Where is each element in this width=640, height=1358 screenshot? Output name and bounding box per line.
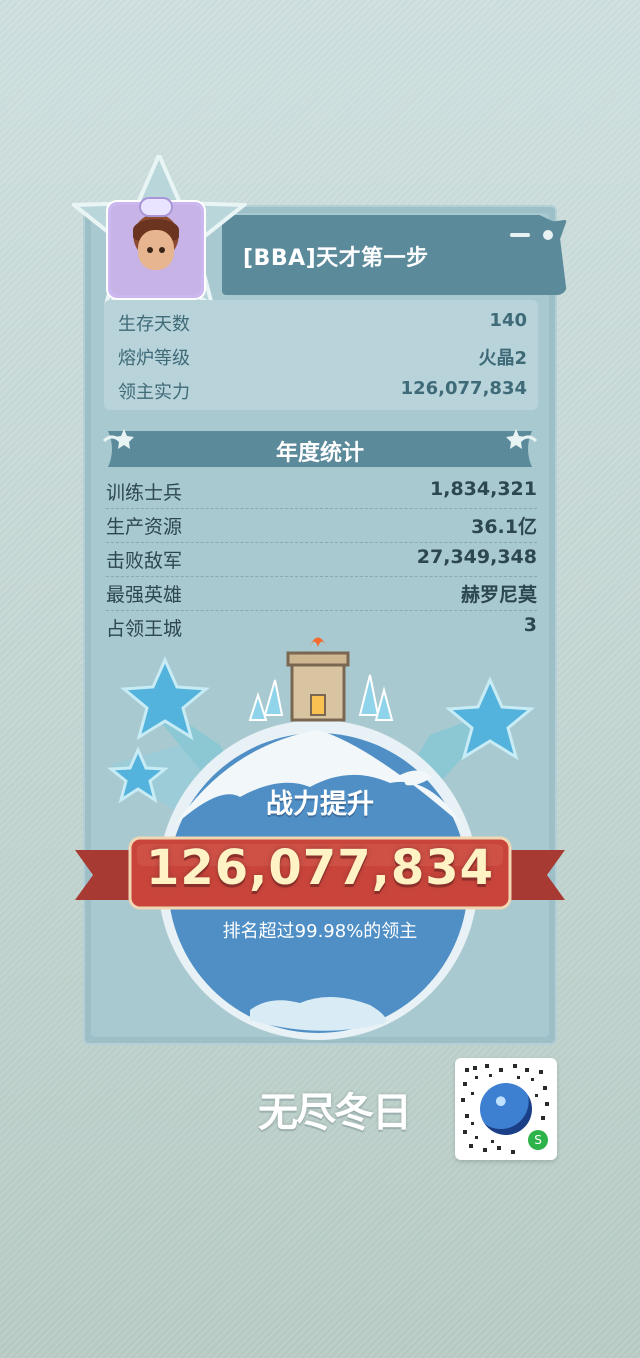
annual-label: 生产资源 <box>106 516 183 538</box>
player-avatar[interactable] <box>111 199 201 295</box>
game-logo: 无尽冬日 <box>258 1090 412 1136</box>
annual-row-resources: 生产资源 36.1亿 <box>106 508 537 543</box>
avatar-eye-left <box>147 247 153 253</box>
stat-label: 熔炉等级 <box>118 348 190 369</box>
qr-code[interactable]: S <box>455 1058 557 1160</box>
stat-lord-power: 领主实力 126,077,834 <box>118 378 527 408</box>
annual-label: 击败敌军 <box>106 550 183 572</box>
annual-row-strongest-hero: 最强英雄 赫罗尼莫 <box>106 576 537 611</box>
banner-decoration-line <box>510 233 530 237</box>
stat-survival-days: 生存天数 140 <box>118 310 527 340</box>
flame-icon <box>308 637 328 650</box>
annual-row-soldiers: 训练士兵 1,834,321 <box>106 474 537 509</box>
avatar-face <box>138 230 174 270</box>
annual-stats-title: 年度统计 <box>275 441 364 466</box>
power-value: 126,077,834 <box>145 840 495 896</box>
avatar-eye-right <box>159 247 165 253</box>
annual-value: 36.1亿 <box>471 516 537 538</box>
globe-icon <box>480 1083 532 1135</box>
annual-label: 训练士兵 <box>106 482 183 504</box>
stat-value: 126,077,834 <box>400 378 527 399</box>
annual-label: 最强英雄 <box>106 584 183 606</box>
annual-row-enemies-defeated: 击败敌军 27,349,348 <box>106 542 537 577</box>
avatar-bow-icon <box>141 199 171 215</box>
annual-value: 27,349,348 <box>416 546 537 568</box>
annual-value: 赫罗尼莫 <box>460 584 537 606</box>
power-increase-title: 战力提升 <box>266 789 374 820</box>
rank-text: 排名超过99.98%的领主 <box>222 921 418 942</box>
stat-value: 火晶2 <box>478 348 527 369</box>
stat-furnace-level: 熔炉等级 火晶2 <box>118 344 527 374</box>
annual-value: 1,834,321 <box>430 478 537 500</box>
player-name: [BBA]天才第一步 <box>243 246 429 271</box>
stat-label: 生存天数 <box>118 314 190 335</box>
stat-label: 领主实力 <box>118 382 190 403</box>
wechat-mini-program-icon: S <box>528 1130 548 1150</box>
stat-value: 140 <box>489 310 527 331</box>
banner-decoration-dot <box>543 230 553 240</box>
